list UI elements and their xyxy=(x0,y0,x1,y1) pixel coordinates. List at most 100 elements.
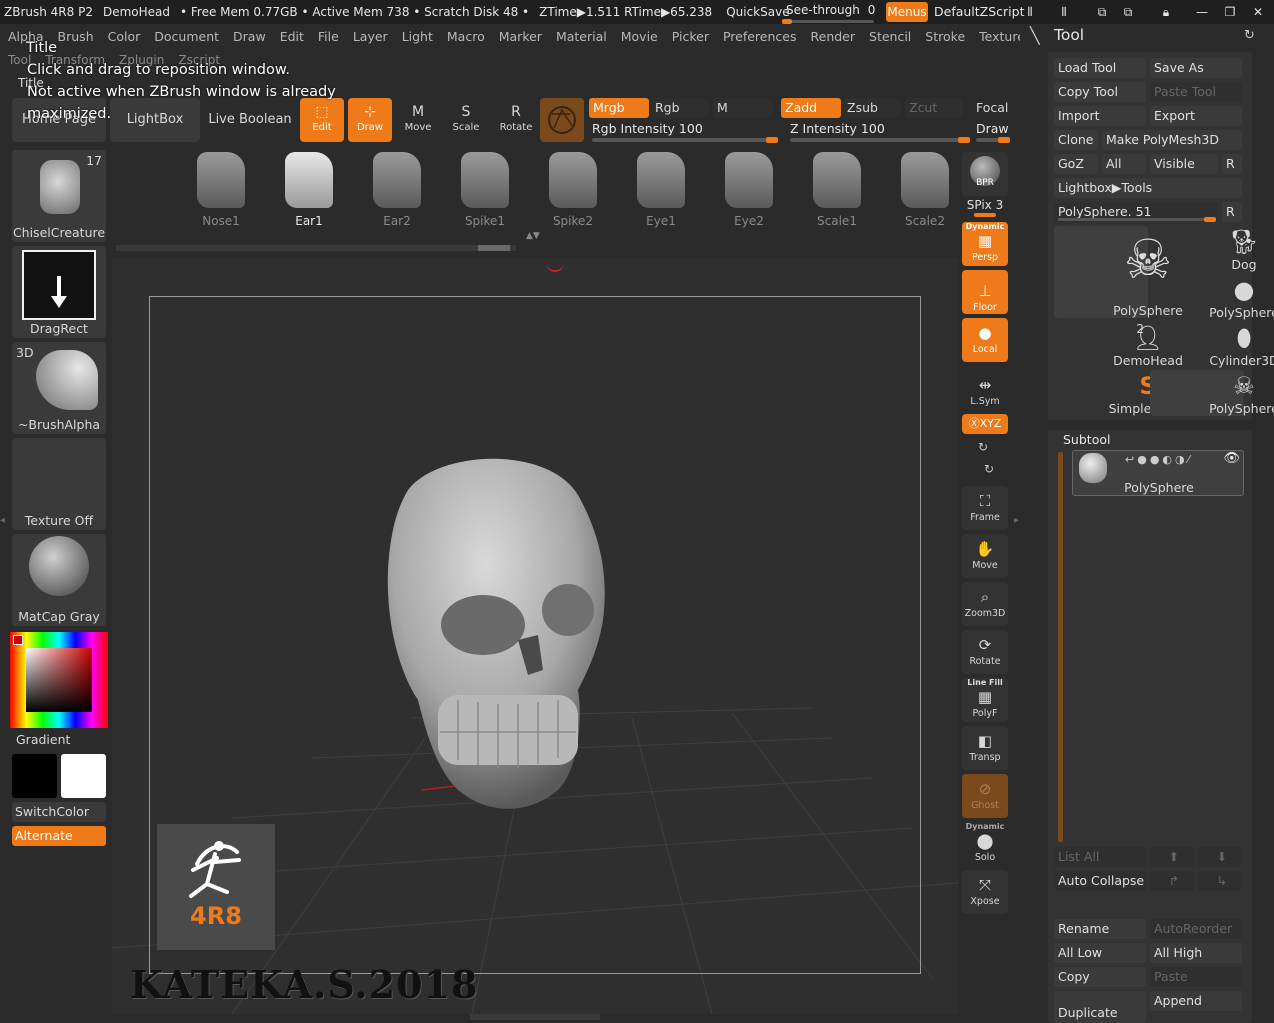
menu-marker[interactable]: Marker xyxy=(491,29,548,44)
copy-subtool-button[interactable]: Copy xyxy=(1054,967,1146,987)
lock-icon[interactable]: 🔒︎ xyxy=(1158,4,1174,20)
subtool-scrollbar[interactable] xyxy=(1058,452,1063,842)
menu-macro[interactable]: Macro xyxy=(439,29,491,44)
solo-button[interactable]: Dynamic ⬤ Solo xyxy=(962,822,1008,866)
primary-color-swatch[interactable] xyxy=(12,754,57,798)
live-boolean-button[interactable]: Live Boolean xyxy=(204,98,296,142)
rename-button[interactable]: Rename xyxy=(1054,919,1146,939)
menu-render[interactable]: Render xyxy=(803,29,862,44)
rotate-mode-button[interactable]: R Rotate xyxy=(494,98,538,142)
bpr-button[interactable]: BPR xyxy=(962,152,1008,196)
see-through-slider[interactable]: See-through 0 xyxy=(780,2,876,24)
mrgb-toggle[interactable]: Mrgb xyxy=(589,98,649,118)
rotate-z-icon[interactable]: ↻ xyxy=(984,462,994,476)
tool-icon-demohead[interactable]: 👤︎ DemoHead 2 xyxy=(1054,322,1183,368)
spix-slider[interactable]: SPix 3 xyxy=(962,198,1008,212)
menu-document[interactable]: Document xyxy=(146,29,225,44)
polyframe-button[interactable]: Line Fill ▦ PolyF xyxy=(962,678,1008,722)
restore-icon[interactable]: ❐ xyxy=(1222,4,1238,20)
lightbox-button[interactable]: LightBox xyxy=(110,98,200,142)
autoreorder-button[interactable]: AutoReorder xyxy=(1150,919,1242,939)
paste-tool-button[interactable]: Paste Tool xyxy=(1150,82,1242,102)
tool-r-button[interactable]: R xyxy=(1222,202,1242,222)
zoom3d-button[interactable]: ⌕ Zoom3D xyxy=(962,582,1008,626)
palette-dock-left-icon[interactable]: ⦀ xyxy=(1022,4,1038,20)
menu-stencil[interactable]: Stencil xyxy=(861,29,917,44)
move-subtool-up-icon[interactable]: ↱ xyxy=(1150,871,1194,891)
goz-visible-button[interactable]: Visible xyxy=(1150,154,1218,174)
zadd-toggle[interactable]: Zadd xyxy=(781,98,841,118)
subtool-flags-icon[interactable]: ↩●●◐◑⁄ xyxy=(1125,453,1192,466)
duplicate-button[interactable]: Duplicate xyxy=(1054,991,1146,1023)
brush-item-ear2[interactable]: Ear2 xyxy=(356,150,438,234)
m-toggle[interactable]: M xyxy=(713,98,773,118)
material-sphere-button[interactable] xyxy=(540,98,584,142)
xpose-button[interactable]: ⤧ Xpose xyxy=(962,870,1008,914)
load-tool-button[interactable]: Load Tool xyxy=(1054,58,1146,78)
paste-subtool-button[interactable]: Paste xyxy=(1150,967,1242,987)
subtool-item[interactable]: ↩●●◐◑⁄ 👁︎ PolySphere xyxy=(1072,450,1244,496)
secondary-color-swatch[interactable] xyxy=(61,754,106,798)
xyz-symmetry-button[interactable]: ⓍXYZ xyxy=(962,414,1008,434)
palette-refresh-icon[interactable]: ↻ xyxy=(1244,28,1255,43)
menu-picker[interactable]: Picker xyxy=(664,29,715,44)
zsub-toggle[interactable]: Zsub xyxy=(843,98,901,118)
edit-mode-button[interactable]: ⬚ Edit xyxy=(300,98,344,142)
subtool-visibility-eye-icon[interactable]: 👁︎ xyxy=(1223,451,1240,466)
tool-icon-simplebrush[interactable]: S SimpleBrush xyxy=(1054,370,1188,416)
bottom-tray-handle[interactable] xyxy=(470,1014,600,1020)
make-polymesh3d-button[interactable]: Make PolyMesh3D xyxy=(1102,130,1242,150)
menu-preferences[interactable]: Preferences xyxy=(715,29,803,44)
rgb-intensity-slider[interactable]: Rgb Intensity 100 xyxy=(592,121,778,143)
swap-icon[interactable]: ⧉ xyxy=(1120,4,1136,20)
rotate-y-icon[interactable]: ↻ xyxy=(978,440,988,454)
texture-slot[interactable]: Texture Off xyxy=(12,438,106,530)
tool-slider-track[interactable] xyxy=(1058,217,1216,222)
menu-color[interactable]: Color xyxy=(100,29,147,44)
lightbox-tools-button[interactable]: Lightbox▶Tools xyxy=(1054,178,1242,198)
auto-collapse-button[interactable]: Auto Collapse xyxy=(1054,871,1146,891)
scale-mode-button[interactable]: S Scale xyxy=(444,98,488,142)
brush-item-spike1[interactable]: Spike1 xyxy=(444,150,526,234)
menu-stroke[interactable]: Stroke xyxy=(917,29,971,44)
menu-draw[interactable]: Draw xyxy=(225,29,272,44)
palette-dock-right-icon[interactable]: ⦀ xyxy=(1056,4,1072,20)
brush-item-spike2[interactable]: Spike2 xyxy=(532,150,614,234)
tool-icon-polysphere[interactable]: ☠ PolySphere xyxy=(1150,370,1274,416)
brush-item-ear1[interactable]: Ear1 xyxy=(268,150,350,234)
tool-icon-cylinder3d[interactable]: ⬮ Cylinder3D xyxy=(1150,322,1274,368)
save-as-button[interactable]: Save As xyxy=(1150,58,1242,78)
move-down-arrow-icon[interactable]: ⬇ xyxy=(1198,847,1242,867)
gradient-toggle[interactable]: Gradient xyxy=(16,732,70,747)
menu-layer[interactable]: Layer xyxy=(345,29,394,44)
rgb-toggle[interactable]: Rgb xyxy=(651,98,709,118)
import-button[interactable]: Import xyxy=(1054,106,1146,126)
material-slot[interactable]: MatCap Gray xyxy=(12,534,106,626)
goz-button[interactable]: GoZ xyxy=(1054,154,1098,174)
lsym-button[interactable]: ⇹ L.Sym xyxy=(962,366,1008,410)
menus-button[interactable]: Menus xyxy=(886,2,928,22)
color-picker[interactable] xyxy=(10,632,108,728)
clone-button[interactable]: Clone xyxy=(1054,130,1098,150)
close-icon[interactable]: ✕ xyxy=(1250,4,1266,20)
top-shelf-collapse-icon[interactable]: ▲▼ xyxy=(526,231,546,241)
menu-file[interactable]: File xyxy=(310,29,345,44)
all-high-button[interactable]: All High xyxy=(1150,943,1242,963)
move-subtool-down-icon[interactable]: ↳ xyxy=(1198,871,1242,891)
alternate-toggle[interactable]: Alternate xyxy=(12,826,106,846)
spix-knob[interactable] xyxy=(974,213,996,217)
menu-light[interactable]: Light xyxy=(394,29,439,44)
brush-scroll-thumb[interactable] xyxy=(478,245,510,251)
floor-button[interactable]: ⊥ Floor xyxy=(962,270,1008,314)
perspective-button[interactable]: Dynamic ▦ Persp xyxy=(962,222,1008,266)
main-color-swatch[interactable] xyxy=(13,635,23,645)
brush-item-eye2[interactable]: Eye2 xyxy=(708,150,790,234)
brush-item-nose1[interactable]: Nose1 xyxy=(180,150,262,234)
brush-item-scale1[interactable]: Scale1 xyxy=(796,150,878,234)
color-square[interactable] xyxy=(26,648,92,712)
layout-icon[interactable]: ⧉ xyxy=(1094,4,1110,20)
minimize-icon[interactable]: — xyxy=(1194,4,1210,20)
brush-scrollbar[interactable] xyxy=(116,245,516,251)
brush-item-scale2[interactable]: Scale2 xyxy=(884,150,966,234)
rotate-view-button[interactable]: ⟳ Rotate xyxy=(962,630,1008,674)
